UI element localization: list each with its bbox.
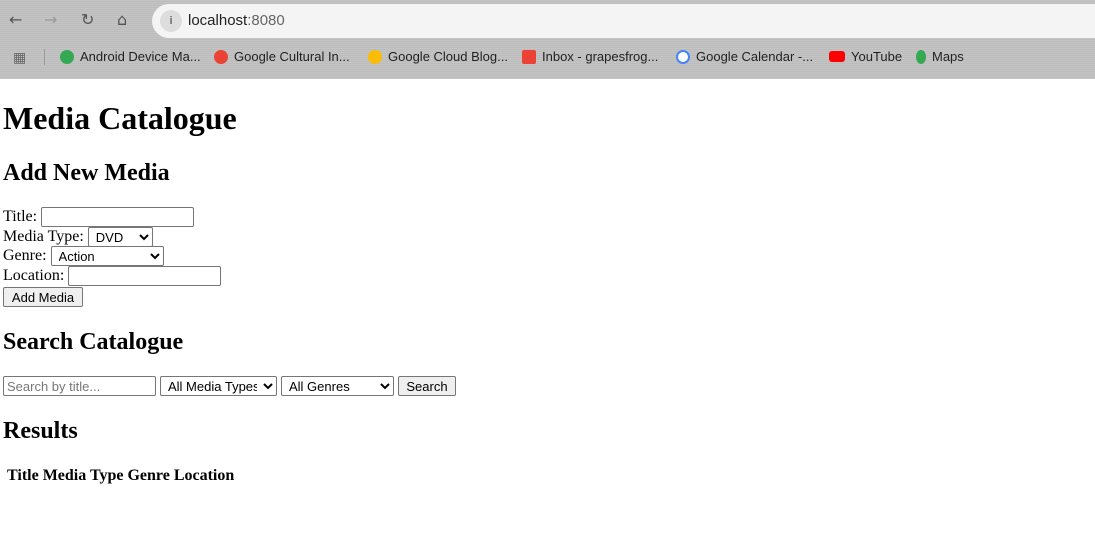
bookmark-inbox[interactable]: Inbox - grapesfrog...	[522, 49, 658, 64]
address-bar[interactable]: i localhost:8080	[152, 4, 1095, 38]
bookmark-label: Inbox - grapesfrog...	[542, 49, 659, 64]
title-input[interactable]	[41, 207, 195, 227]
bookmark-android[interactable]: Android Device Ma...	[60, 49, 201, 64]
browser-chrome: ← → ↻ ⌂ i localhost:8080 ▦ Android Devic…	[0, 0, 1095, 79]
search-input[interactable]	[3, 376, 156, 396]
home-icon[interactable]: ⌂	[117, 10, 127, 29]
column-genre: Genre	[127, 467, 170, 484]
add-media-heading: Add New Media	[3, 160, 170, 186]
bookmark-cloud-blog[interactable]: Google Cloud Blog...	[368, 49, 508, 64]
results-table-header: Title Media Type Genre Location	[7, 467, 234, 485]
bookmark-label: Google Cultural In...	[234, 49, 350, 64]
cultural-icon	[214, 49, 228, 64]
android-icon	[60, 49, 74, 64]
bookmark-maps[interactable]: Maps	[916, 49, 964, 64]
media-type-filter[interactable]: All Media Types	[160, 376, 277, 396]
url-host: localhost	[188, 12, 248, 29]
genre-label: Genre:	[3, 247, 47, 264]
bookmark-label: YouTube	[851, 49, 903, 64]
genre-select[interactable]: Action	[50, 246, 164, 266]
apps-grid-icon[interactable]: ▦	[13, 50, 26, 66]
bookmark-label: Android Device Ma...	[80, 49, 201, 64]
column-title: Title	[7, 467, 39, 484]
bookmark-cultural[interactable]: Google Cultural In...	[214, 49, 350, 64]
add-media-button[interactable]: Add Media	[3, 287, 83, 307]
page-title: Media Catalogue	[3, 100, 237, 136]
bookmark-label: Maps	[932, 49, 964, 64]
cloud-icon	[368, 49, 382, 64]
location-input[interactable]	[68, 266, 222, 286]
location-label: Location:	[3, 267, 65, 284]
results-heading: Results	[3, 418, 78, 444]
google-icon	[676, 49, 690, 64]
column-media-type: Media Type	[42, 467, 124, 484]
search-button[interactable]: Search	[398, 376, 456, 396]
divider	[44, 49, 45, 65]
search-heading: Search Catalogue	[3, 329, 184, 355]
url-port: :8080	[247, 12, 285, 29]
genre-filter[interactable]: All Genres	[281, 376, 394, 396]
site-info-icon[interactable]: i	[160, 10, 182, 32]
bookmark-calendar[interactable]: Google Calendar -...	[676, 49, 813, 64]
back-icon[interactable]: ←	[9, 10, 22, 29]
column-location: Location	[173, 467, 235, 484]
bookmark-label: Google Cloud Blog...	[388, 49, 508, 64]
forward-icon[interactable]: →	[44, 10, 57, 29]
reload-icon[interactable]: ↻	[81, 10, 94, 29]
bookmark-label: Google Calendar -...	[696, 49, 814, 64]
media-type-label: Media Type:	[3, 228, 84, 245]
title-label: Title:	[3, 208, 38, 225]
maps-icon	[916, 49, 926, 64]
gmail-icon	[522, 49, 536, 64]
youtube-icon	[829, 51, 845, 62]
bookmark-youtube[interactable]: YouTube	[829, 49, 902, 64]
media-type-select[interactable]: DVD	[87, 227, 153, 247]
